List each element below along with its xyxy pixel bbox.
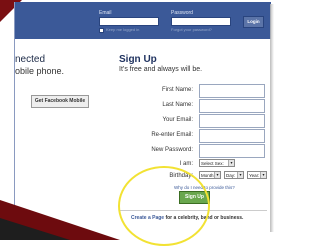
login-email-input[interactable] (99, 17, 159, 26)
reenter-email-label: Re-enter Email: (151, 132, 193, 138)
get-mobile-button[interactable]: Get Facebook Mobile (31, 95, 89, 108)
signup-subtitle: It’s free and always will be. (119, 66, 203, 73)
first-name-input[interactable] (199, 84, 265, 98)
chevron-down-icon: ▾ (228, 160, 234, 166)
keep-logged-in-label: Keep me logged in (106, 27, 140, 32)
chevron-down-icon: ▾ (214, 172, 220, 178)
first-name-label: First Name: (161, 87, 193, 93)
new-password-input[interactable] (199, 144, 265, 158)
mobile-text: obile phone. (15, 66, 65, 76)
password-label: Password (171, 10, 193, 16)
year-select[interactable]: Year: ▾ (247, 171, 267, 179)
connected-text: nected (15, 54, 46, 65)
day-select-value: Day: (226, 173, 236, 178)
chevron-down-icon: ▾ (260, 172, 266, 178)
signup-title: Sign Up (119, 54, 157, 65)
top-bar: Email Password Keep me logged in Forgot … (15, 2, 271, 39)
last-name-input[interactable] (199, 99, 265, 113)
sex-select[interactable]: Select Sex: ▾ (199, 159, 235, 167)
login-password-input[interactable] (171, 17, 231, 26)
new-password-label: New Password: (151, 147, 193, 153)
sex-select-value: Select Sex: (201, 161, 224, 166)
forgot-password-link[interactable]: Forgot your password? (171, 27, 212, 32)
keep-logged-in-checkbox[interactable] (99, 28, 104, 33)
month-select[interactable]: Month: ▾ (199, 171, 221, 179)
email-label: Email (99, 10, 112, 16)
screenshot-shadow (270, 4, 274, 232)
chevron-down-icon: ▾ (237, 172, 243, 178)
last-name-label: Last Name: (162, 102, 193, 108)
year-select-value: Year: (249, 173, 260, 178)
email-label-signup: Your Email: (162, 117, 193, 123)
email-input[interactable] (199, 114, 265, 128)
slide-corner-bottom-dark (0, 218, 70, 240)
day-select[interactable]: Day: ▾ (224, 171, 244, 179)
login-button[interactable]: Login (243, 16, 264, 28)
reenter-email-input[interactable] (199, 129, 265, 143)
month-select-value: Month: (201, 173, 215, 178)
highlight-circle (118, 166, 210, 246)
